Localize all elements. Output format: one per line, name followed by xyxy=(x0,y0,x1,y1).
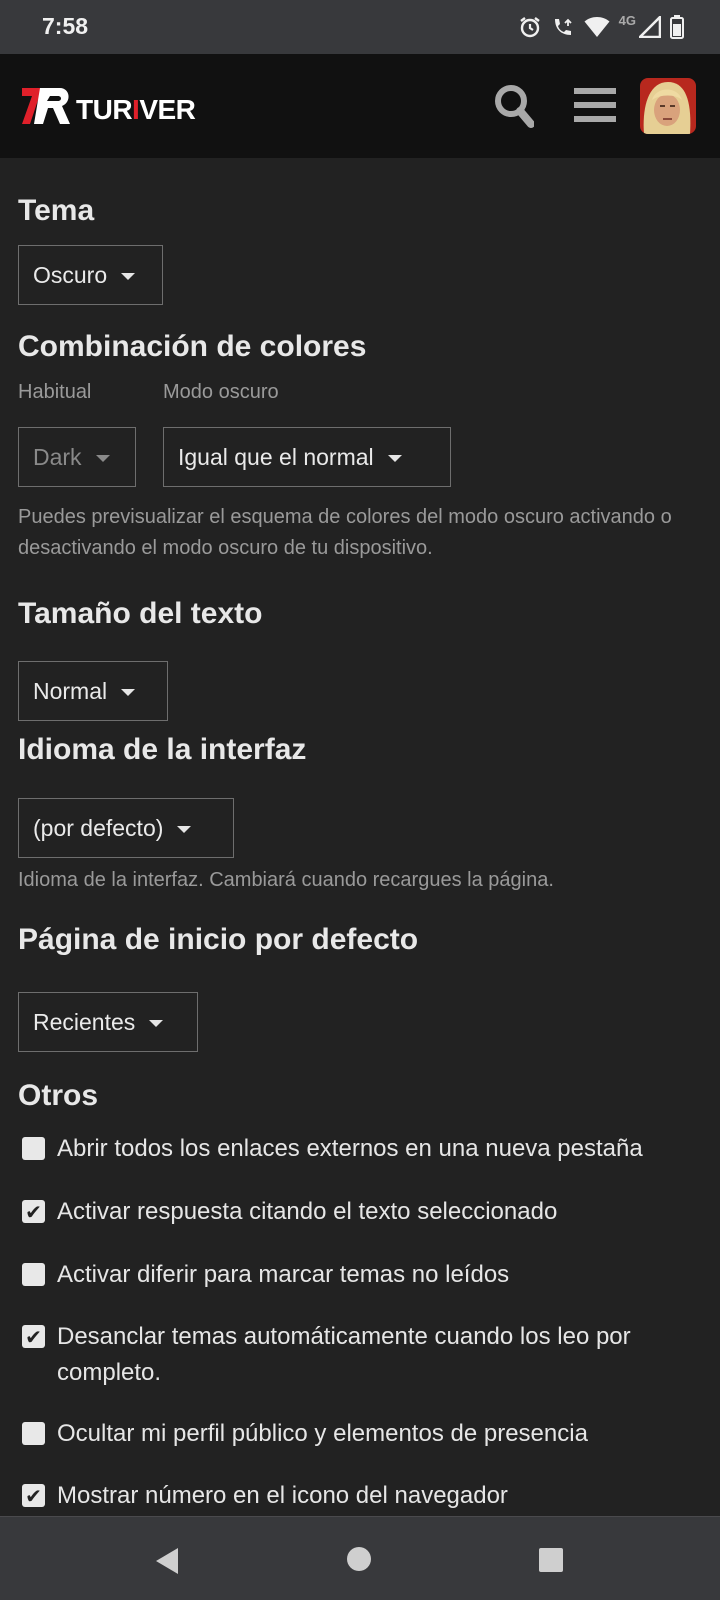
search-icon[interactable] xyxy=(494,84,534,128)
option-label: Ocultar mi perfil público y elementos de… xyxy=(57,1420,588,1447)
option-row[interactable]: Ocultar mi perfil público y elementos de… xyxy=(22,1418,702,1452)
caret-down-icon xyxy=(121,272,136,280)
dark-mode-select-value: Igual que el normal xyxy=(178,443,374,470)
homepage-select[interactable]: Recientes xyxy=(18,992,198,1052)
text-size-select-value: Normal xyxy=(33,677,108,704)
system-nav-bar xyxy=(0,1516,720,1600)
checkbox[interactable] xyxy=(22,1422,45,1445)
heading-otros: Otros xyxy=(18,1079,99,1112)
status-bar: 7:58 4G xyxy=(0,0,720,54)
habitual-select-value: Dark xyxy=(33,443,82,470)
wifi-icon xyxy=(584,17,610,37)
status-time: 7:58 xyxy=(42,13,89,39)
alarm-icon xyxy=(519,17,540,38)
option-row[interactable]: Activar diferir para marcar temas no leí… xyxy=(22,1259,702,1293)
heading-tema: Tema xyxy=(18,194,95,227)
dark-mode-label: Modo oscuro xyxy=(163,381,279,403)
text-size-select[interactable]: Normal xyxy=(18,661,168,721)
battery-icon xyxy=(670,15,684,39)
language-select-value: (por defecto) xyxy=(33,814,164,841)
habitual-label: Habitual xyxy=(18,381,92,403)
heading-tamano-texto: Tamaño del texto xyxy=(18,597,263,630)
checkbox[interactable]: ✔ xyxy=(22,1325,45,1348)
habitual-select: Dark xyxy=(18,427,136,487)
option-label: Activar diferir para marcar temas no leí… xyxy=(57,1261,510,1288)
option-label: Activar respuesta citando el texto selec… xyxy=(57,1198,558,1225)
option-row[interactable]: ✔ Activar respuesta citando el texto sel… xyxy=(22,1196,702,1230)
checkbox[interactable]: ✔ xyxy=(22,1484,45,1507)
check-icon: ✔ xyxy=(25,1325,42,1349)
logo-text: TURIVER xyxy=(76,94,196,125)
option-label: Mostrar número en el icono del navegador xyxy=(57,1482,508,1509)
logo-mark-icon xyxy=(22,88,70,124)
back-icon[interactable] xyxy=(154,1547,180,1575)
option-row[interactable]: ✔ Desanclar temas automáticamente cuando… xyxy=(22,1321,702,1391)
language-select[interactable]: (por defecto) xyxy=(18,798,234,858)
caret-down-icon xyxy=(177,825,192,833)
caret-down-icon xyxy=(149,1019,164,1027)
signal-icon xyxy=(639,16,661,38)
option-row[interactable]: Abrir todos los enlaces externos en una … xyxy=(22,1133,702,1167)
wifi-calling-icon xyxy=(554,18,572,35)
status-icons: 4G xyxy=(518,13,684,41)
heading-pagina-inicio: Página de inicio por defecto xyxy=(18,923,419,956)
heading-idioma: Idioma de la interfaz xyxy=(18,733,307,766)
site-logo[interactable]: TURIVER xyxy=(20,82,196,130)
recents-icon[interactable] xyxy=(539,1548,563,1572)
caret-down-icon xyxy=(121,688,136,696)
option-row[interactable]: ✔ Mostrar número en el icono del navegad… xyxy=(22,1480,702,1514)
option-label: Desanclar temas automáticamente cuando l… xyxy=(57,1323,631,1386)
homepage-select-value: Recientes xyxy=(33,1008,136,1035)
checkbox[interactable] xyxy=(22,1263,45,1286)
checkbox[interactable] xyxy=(22,1137,45,1160)
check-icon: ✔ xyxy=(25,1200,42,1224)
check-icon: ✔ xyxy=(25,1484,42,1508)
tema-select[interactable]: Oscuro xyxy=(18,245,163,305)
menu-icon[interactable] xyxy=(574,86,616,124)
tema-select-value: Oscuro xyxy=(33,261,108,288)
idioma-description: Idioma de la interfaz. Cambiará cuando r… xyxy=(18,869,554,891)
option-label: Abrir todos los enlaces externos en una … xyxy=(57,1135,643,1162)
avatar[interactable] xyxy=(640,78,696,134)
checkbox[interactable]: ✔ xyxy=(22,1200,45,1223)
dark-mode-select[interactable]: Igual que el normal xyxy=(163,427,451,487)
caret-down-icon xyxy=(95,454,110,462)
network-type: 4G xyxy=(618,12,636,28)
caret-down-icon xyxy=(387,454,402,462)
home-icon[interactable] xyxy=(347,1547,371,1571)
heading-colores: Combinación de colores xyxy=(18,330,367,363)
colores-description: Puedes previsualizar el esquema de color… xyxy=(18,506,672,559)
